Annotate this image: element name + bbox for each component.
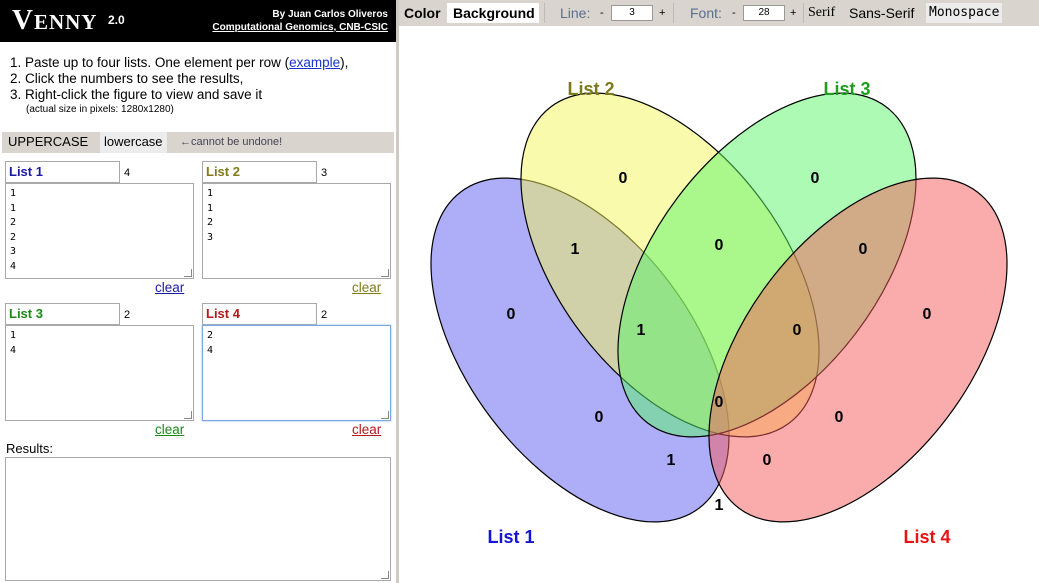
lowercase-button[interactable]: lowercase xyxy=(100,132,167,153)
count-list1-list3[interactable]: 0 xyxy=(595,409,604,426)
count-list1-list2-list3[interactable]: 1 xyxy=(637,322,646,339)
instruction-step-2: 2. Click the numbers to see the results, xyxy=(10,71,244,86)
results-textarea[interactable] xyxy=(5,457,391,581)
count-list3-list4[interactable]: 0 xyxy=(859,241,868,258)
list1-content: 1 1 2 2 3 4 xyxy=(10,188,17,272)
count-only-list2[interactable]: 0 xyxy=(619,170,628,187)
list1-textarea[interactable]: 1 1 2 2 3 4 xyxy=(5,183,194,279)
list4-name-field[interactable]: List 4 xyxy=(202,303,317,325)
count-list1-list3-list4[interactable]: 0 xyxy=(763,452,772,469)
list4-content: 2 4 xyxy=(207,330,214,356)
venn-label-list1: List 1 xyxy=(487,527,534,547)
list2-textarea[interactable]: 1 1 2 3 xyxy=(202,183,391,279)
instruction-step-1: 1. Paste up to four lists. One element p… xyxy=(10,55,390,71)
font-size-input[interactable]: 28 xyxy=(743,5,785,21)
venn-label-list2: List 2 xyxy=(567,79,614,99)
list4-textarea[interactable]: 2 4 xyxy=(202,325,391,421)
count-only-list4[interactable]: 0 xyxy=(923,306,932,323)
count-list2-list3-list4[interactable]: 0 xyxy=(793,322,802,339)
resize-handle-icon[interactable] xyxy=(381,269,389,277)
step1-prefix: 1. Paste up to four lists. One element p… xyxy=(10,55,290,70)
line-label: Line: xyxy=(560,5,591,21)
instruction-step-3: 3. Right-click the figure to view and sa… xyxy=(10,87,263,102)
list2-count: 3 xyxy=(321,167,328,179)
count-all-lists[interactable]: 0 xyxy=(715,394,724,411)
list2-content: 1 1 2 3 xyxy=(207,188,214,243)
font-increase-button[interactable]: + xyxy=(790,3,796,23)
author-block: By Juan Carlos Oliveros Computational Ge… xyxy=(212,8,388,34)
sans-serif-button[interactable]: Sans-Serif xyxy=(849,3,914,23)
resize-handle-icon[interactable] xyxy=(184,411,192,419)
serif-button[interactable]: Serif xyxy=(808,3,835,23)
count-list1-list4[interactable]: 1 xyxy=(715,497,724,514)
list3-content: 1 4 xyxy=(10,330,17,356)
line-width-input[interactable]: 3 xyxy=(611,5,653,21)
toolbar-divider xyxy=(544,3,545,23)
list3-textarea[interactable]: 1 4 xyxy=(5,325,194,421)
uppercase-button[interactable]: UPPERCASE xyxy=(4,132,92,153)
case-warning: ←cannot be undone! xyxy=(180,136,283,148)
font-decrease-button[interactable]: - xyxy=(732,3,736,23)
size-note: (actual size in pixels: 1280x1280) xyxy=(26,104,174,115)
list2-name-field[interactable]: List 2 xyxy=(202,161,317,183)
venn-label-list3: List 3 xyxy=(823,79,870,99)
step1-suffix: ), xyxy=(340,55,349,70)
app-logo: VENNY xyxy=(12,4,97,37)
count-list2-list3[interactable]: 0 xyxy=(715,237,724,254)
background-button[interactable]: Background xyxy=(447,3,539,23)
count-list1-list2[interactable]: 1 xyxy=(571,241,580,258)
example-link[interactable]: example xyxy=(289,55,340,70)
list4-clear-link[interactable]: clear xyxy=(352,422,381,437)
app-version: 2.0 xyxy=(108,13,125,27)
toolbar-divider xyxy=(803,3,804,23)
author-line: By Juan Carlos Oliveros xyxy=(272,9,388,20)
color-button[interactable]: Color xyxy=(404,3,441,23)
affiliation-link[interactable]: Computational Genomics, CNB-CSIC xyxy=(212,22,388,33)
list1-clear-link[interactable]: clear xyxy=(155,280,184,295)
count-list1-list2-list4[interactable]: 1 xyxy=(667,452,676,469)
case-bar: UPPERCASE lowercase ←cannot be undone! xyxy=(2,132,394,153)
venn-diagram[interactable]: 0 0 0 0 1 0 1 0 0 0 1 1 0 0 0 List 2 Lis… xyxy=(399,26,1039,583)
count-list2-list4[interactable]: 0 xyxy=(835,409,844,426)
monospace-button[interactable]: Monospace xyxy=(926,3,1002,23)
list4-count: 2 xyxy=(321,309,328,321)
count-only-list3[interactable]: 0 xyxy=(811,170,820,187)
resize-handle-icon[interactable] xyxy=(381,571,389,579)
toolbar: Color Background Line: - 3 + Font: - 28 … xyxy=(399,0,1039,26)
line-increase-button[interactable]: + xyxy=(659,3,665,23)
resize-handle-icon[interactable] xyxy=(184,269,192,277)
list3-count: 2 xyxy=(124,309,131,321)
line-decrease-button[interactable]: - xyxy=(600,3,604,23)
list3-name-field[interactable]: List 3 xyxy=(5,303,120,325)
list2-clear-link[interactable]: clear xyxy=(352,280,381,295)
left-panel: VENNY 2.0 By Juan Carlos Oliveros Comput… xyxy=(0,0,396,583)
toolbar-divider xyxy=(673,3,674,23)
instructions: 1. Paste up to four lists. One element p… xyxy=(10,55,390,117)
logo-initial: V xyxy=(12,4,34,36)
list1-count: 4 xyxy=(124,167,131,179)
font-label: Font: xyxy=(690,5,722,21)
results-label: Results: xyxy=(6,441,53,456)
resize-handle-icon[interactable] xyxy=(381,411,389,419)
app-header: VENNY 2.0 By Juan Carlos Oliveros Comput… xyxy=(0,0,396,42)
count-only-list1[interactable]: 0 xyxy=(507,306,516,323)
logo-rest: ENNY xyxy=(33,10,98,34)
list1-name-field[interactable]: List 1 xyxy=(5,161,120,183)
list3-clear-link[interactable]: clear xyxy=(155,422,184,437)
venn-label-list4: List 4 xyxy=(903,527,950,547)
